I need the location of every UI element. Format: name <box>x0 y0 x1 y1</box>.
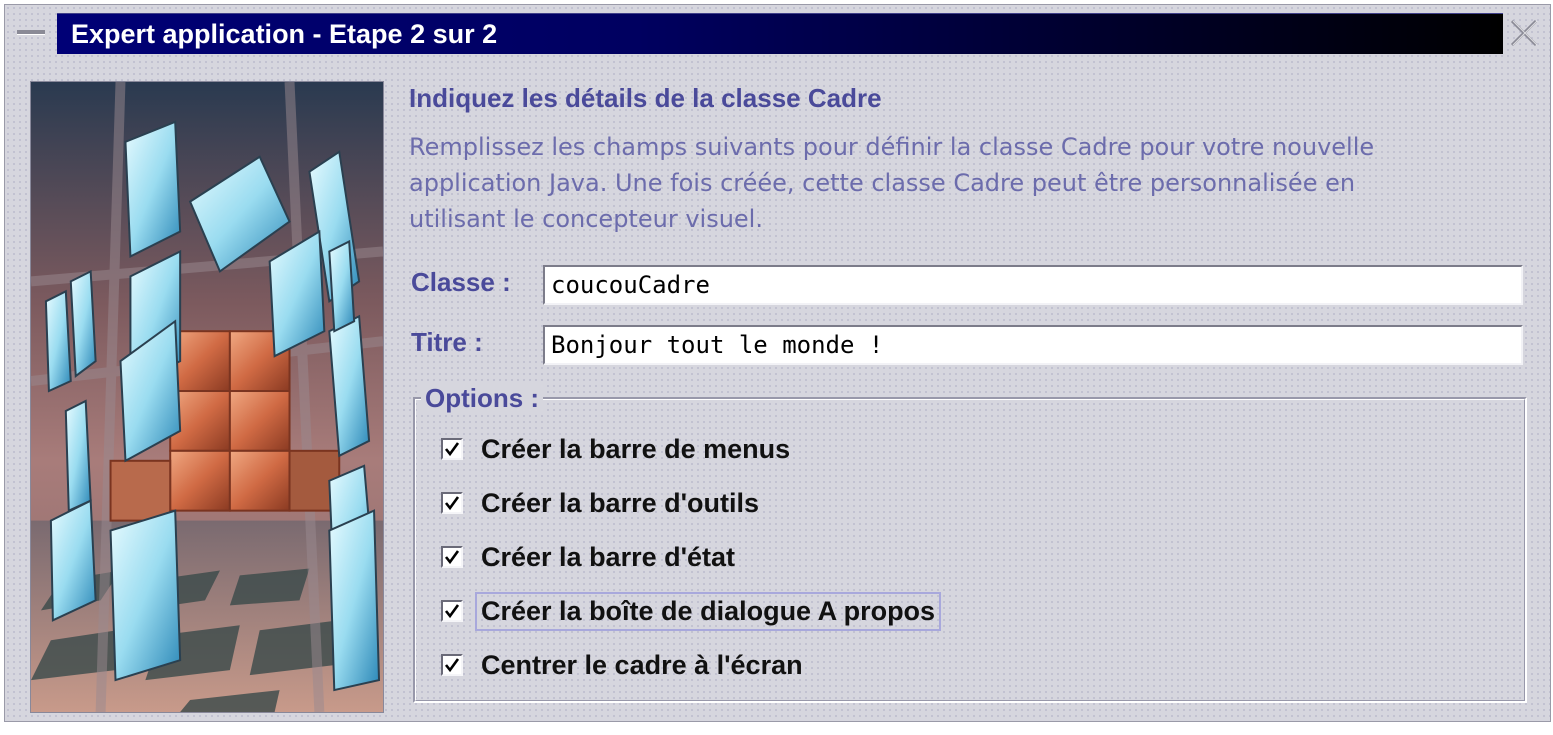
page-description: Remplissez les champs suivants pour défi… <box>409 129 1529 237</box>
checkmark-icon <box>444 442 460 457</box>
window-menu-icon[interactable] <box>11 15 51 49</box>
titre-label: Titre : <box>411 327 483 357</box>
dialog-window: Expert application - Etape 2 sur 2 Indiq… <box>4 4 1551 722</box>
option-label: Créer la barre d'outils <box>481 487 760 518</box>
titre-input[interactable] <box>543 325 1523 365</box>
option-toolbar[interactable]: Créer la barre d'outils <box>437 483 763 523</box>
option-label: Créer la barre d'état <box>481 541 736 572</box>
option-status-bar[interactable]: Créer la barre d'état <box>437 537 739 577</box>
toolbar-checkbox[interactable] <box>441 492 463 514</box>
description-line: application Java. Une fois créée, cette … <box>409 169 1356 197</box>
option-menu-bar[interactable]: Créer la barre de menus <box>437 429 794 469</box>
option-center-frame[interactable]: Centrer le cadre à l'écran <box>437 645 807 685</box>
center-frame-checkbox[interactable] <box>441 654 463 676</box>
option-label: Créer la barre de menus <box>481 433 791 464</box>
description-line: Remplissez les champs suivants pour défi… <box>409 133 1375 161</box>
wizard-illustration <box>30 81 384 713</box>
title-bar-fill: Expert application - Etape 2 sur 2 <box>57 13 1503 54</box>
title-bar[interactable]: Expert application - Etape 2 sur 2 <box>5 5 1550 57</box>
option-about-dialog[interactable]: Créer la boîte de dialogue A propos <box>437 591 942 631</box>
option-label: Centrer le cadre à l'écran <box>481 649 803 680</box>
status-bar-checkbox[interactable] <box>441 546 463 568</box>
close-icon[interactable] <box>1506 15 1542 51</box>
options-legend: Options : <box>421 383 544 414</box>
classe-input[interactable] <box>543 265 1523 305</box>
checkmark-icon <box>444 604 460 619</box>
page-heading: Indiquez les détails de la classe Cadre <box>409 83 882 113</box>
classe-label: Classe : <box>411 267 511 297</box>
window-title: Expert application - Etape 2 sur 2 <box>71 19 498 49</box>
option-label: Créer la boîte de dialogue A propos <box>474 591 942 631</box>
checkmark-icon <box>444 496 460 511</box>
about-dialog-checkbox[interactable] <box>441 600 463 622</box>
description-line: utilisant le concepteur visuel. <box>409 205 763 233</box>
checkmark-icon <box>444 550 460 565</box>
checkmark-icon <box>444 658 460 673</box>
menu-bar-checkbox[interactable] <box>441 438 463 460</box>
